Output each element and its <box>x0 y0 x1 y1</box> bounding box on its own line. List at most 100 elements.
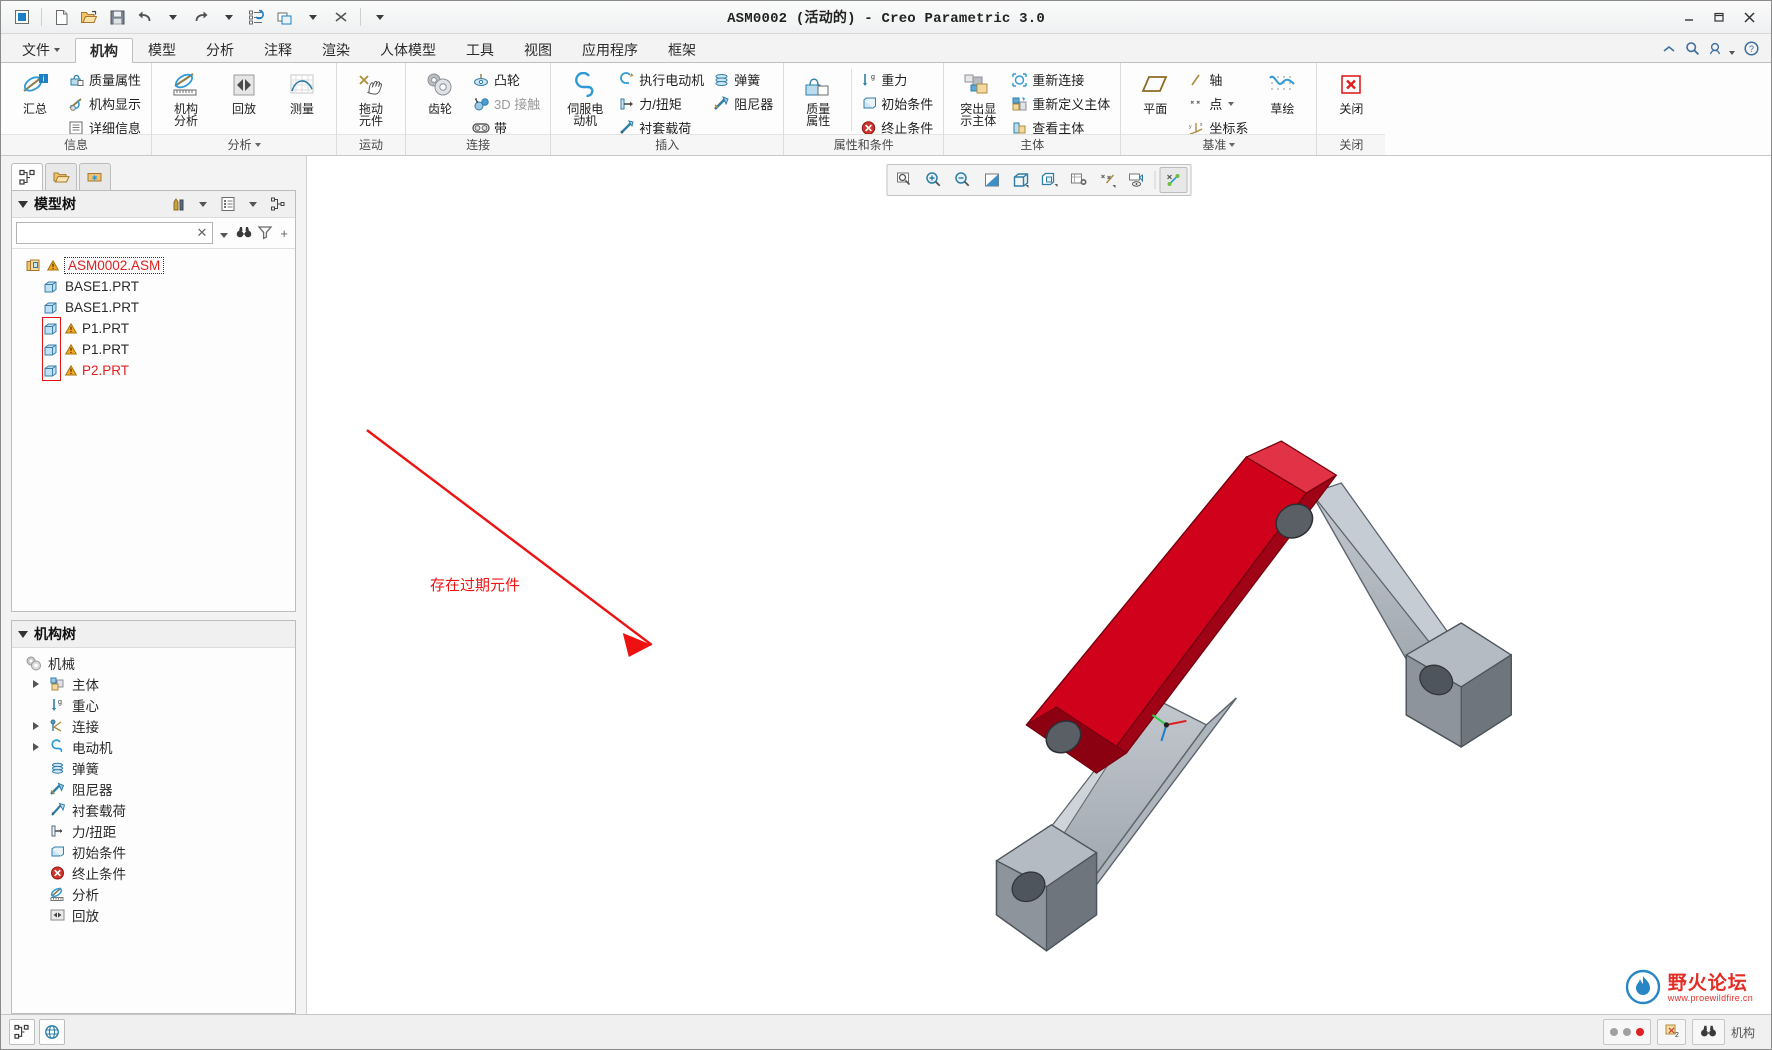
redefine-body-button[interactable]: 重新定义主体 <box>1007 92 1115 115</box>
account-icon[interactable] <box>1709 42 1735 58</box>
find-binoculars-icon[interactable] <box>235 224 253 243</box>
datum-plane-button[interactable]: 平面 <box>1126 67 1184 118</box>
mech-item-playbacks[interactable]: 回放 <box>12 904 295 925</box>
tree-item-p2[interactable]: P2.PRT <box>12 360 295 381</box>
datum-point-button[interactable]: 点 <box>1184 92 1253 115</box>
search-icon[interactable] <box>1685 41 1700 59</box>
regenerate-icon[interactable] <box>244 4 270 30</box>
favorites-tab[interactable] <box>79 163 111 190</box>
gravity-button[interactable]: g 重力 <box>856 68 938 91</box>
window-dropdown-caret[interactable] <box>300 4 326 30</box>
mech-item-initial-conditions[interactable]: 初始条件 <box>12 841 295 862</box>
expand-arrow-icon[interactable] <box>30 721 42 730</box>
search-box[interactable]: ✕ <box>16 222 214 244</box>
mech-item-termination-conditions[interactable]: 终止条件 <box>12 862 295 883</box>
model-tree-toggle-icon[interactable] <box>9 1019 35 1045</box>
filter-icon[interactable] <box>257 224 273 243</box>
mechanism-analysis-button[interactable]: 机构 分析 <box>157 67 215 130</box>
tab-analysis[interactable]: 分析 <box>191 37 249 62</box>
search-input[interactable] <box>19 224 194 242</box>
chevron-down-icon[interactable] <box>254 143 261 147</box>
mass-properties-button[interactable]: 质量属性 <box>64 68 146 91</box>
mech-item-analyses[interactable]: 分析 <box>12 883 295 904</box>
search-history-caret[interactable] <box>217 226 231 241</box>
selection-filter-group[interactable]: 2 <box>1656 1019 1686 1045</box>
expand-arrow-icon[interactable] <box>30 742 42 751</box>
help-icon[interactable]: ? <box>1744 41 1759 59</box>
cam-button[interactable]: 凸轮 <box>469 68 545 91</box>
gear-button[interactable]: 齿轮 <box>411 67 469 118</box>
force-motor-button[interactable]: 执行电动机 <box>614 68 709 91</box>
redo-dropdown-caret[interactable] <box>216 4 242 30</box>
expand-arrow-icon[interactable] <box>30 679 42 688</box>
tab-framework[interactable]: 框架 <box>653 37 711 62</box>
display-dropdown-caret[interactable] <box>242 193 264 215</box>
mechanism-display-button[interactable]: 机构显示 <box>64 92 146 115</box>
mech-item-motors[interactable]: 电动机 <box>12 736 295 757</box>
maximize-button[interactable] <box>1709 8 1729 26</box>
mech-item-mechanism[interactable]: 机械 <box>12 652 295 673</box>
close-mechanism-button[interactable]: 关闭 <box>1322 67 1380 118</box>
graphics-window[interactable]: 存在过期元件 野火论坛 www.proewildfire.cn <box>306 156 1771 1014</box>
settings-tools-icon[interactable] <box>167 193 189 215</box>
drag-component-button[interactable]: 拖动 元件 <box>342 67 400 130</box>
damper-button[interactable]: 阻尼器 <box>709 92 778 115</box>
tab-view[interactable]: 视图 <box>509 37 567 62</box>
tab-tools[interactable]: 工具 <box>451 37 509 62</box>
clear-search-icon[interactable]: ✕ <box>194 225 211 241</box>
mech-item-bushing-loads[interactable]: 衬套载荷 <box>12 799 295 820</box>
tab-applications[interactable]: 应用程序 <box>567 37 653 62</box>
redo-icon[interactable] <box>188 4 214 30</box>
collapse-triangle-icon[interactable] <box>18 630 28 638</box>
mech-item-bodies[interactable]: 主体 <box>12 673 295 694</box>
initial-condition-button[interactable]: 初始条件 <box>856 92 938 115</box>
open-file-icon[interactable] <box>76 4 102 30</box>
undo-icon[interactable] <box>132 4 158 30</box>
browser-toggle-icon[interactable] <box>39 1019 65 1045</box>
tab-mechanism[interactable]: 机构 <box>75 38 133 63</box>
find-binoculars-icon[interactable] <box>1699 1023 1718 1042</box>
mech-item-connections[interactable]: 连接 <box>12 715 295 736</box>
measure-button[interactable]: 测量 <box>273 67 331 118</box>
close-button[interactable] <box>1739 8 1759 26</box>
summary-button[interactable]: i 汇总 <box>6 67 64 118</box>
selection-filter-icon[interactable]: 2 <box>1664 1023 1679 1041</box>
tab-render[interactable]: 渲染 <box>307 37 365 62</box>
tab-annotate[interactable]: 注释 <box>249 37 307 62</box>
playback-button[interactable]: 回放 <box>215 67 273 118</box>
mech-item-dampers[interactable]: 阻尼器 <box>12 778 295 799</box>
folder-browser-tab[interactable] <box>45 163 77 190</box>
tree-item-p1-b[interactable]: P1.PRT <box>12 339 295 360</box>
tab-model[interactable]: 模型 <box>133 37 191 62</box>
reconnect-button[interactable]: 重新连接 <box>1007 68 1115 91</box>
new-file-icon[interactable] <box>48 4 74 30</box>
tab-file[interactable]: 文件 <box>7 37 75 62</box>
add-item-icon[interactable]: + <box>277 226 291 241</box>
tree-item-p1-a[interactable]: P1.PRT <box>12 318 295 339</box>
sketch-button[interactable]: 草绘 <box>1253 67 1311 118</box>
highlight-body-button[interactable]: 突出显 示主体 <box>949 67 1007 130</box>
minimize-ribbon-icon[interactable] <box>1662 43 1676 58</box>
model-tree-tab[interactable] <box>11 163 43 190</box>
new-window-icon[interactable] <box>9 4 35 30</box>
mech-item-springs[interactable]: 弹簧 <box>12 757 295 778</box>
mass-properties-big-button[interactable]: 质量 属性 <box>789 67 847 130</box>
minimize-button[interactable] <box>1679 8 1699 26</box>
tree-columns-icon[interactable] <box>267 193 289 215</box>
settings-dropdown-caret[interactable] <box>192 193 214 215</box>
mech-item-center-of-gravity[interactable]: g 重心 <box>12 694 295 715</box>
force-torque-button[interactable]: 力/扭矩 <box>614 92 709 115</box>
status-find-group[interactable] <box>1691 1019 1725 1045</box>
save-icon[interactable] <box>104 4 130 30</box>
tree-item-base1-a[interactable]: BASE1.PRT <box>12 276 295 297</box>
window-switch-icon[interactable] <box>272 4 298 30</box>
close-window-icon[interactable] <box>328 4 354 30</box>
display-list-icon[interactable] <box>217 193 239 215</box>
contact-3d-button[interactable]: 3D 接触 <box>469 92 545 115</box>
servo-motor-button[interactable]: 伺服电 动机 <box>556 67 614 130</box>
customize-icon[interactable] <box>367 4 393 30</box>
spring-button[interactable]: 弹簧 <box>709 68 778 91</box>
mechanism-3d-model[interactable] <box>307 156 1771 1014</box>
chevron-down-icon[interactable] <box>1229 143 1236 147</box>
mech-item-forces-torques[interactable]: 力/扭距 <box>12 820 295 841</box>
